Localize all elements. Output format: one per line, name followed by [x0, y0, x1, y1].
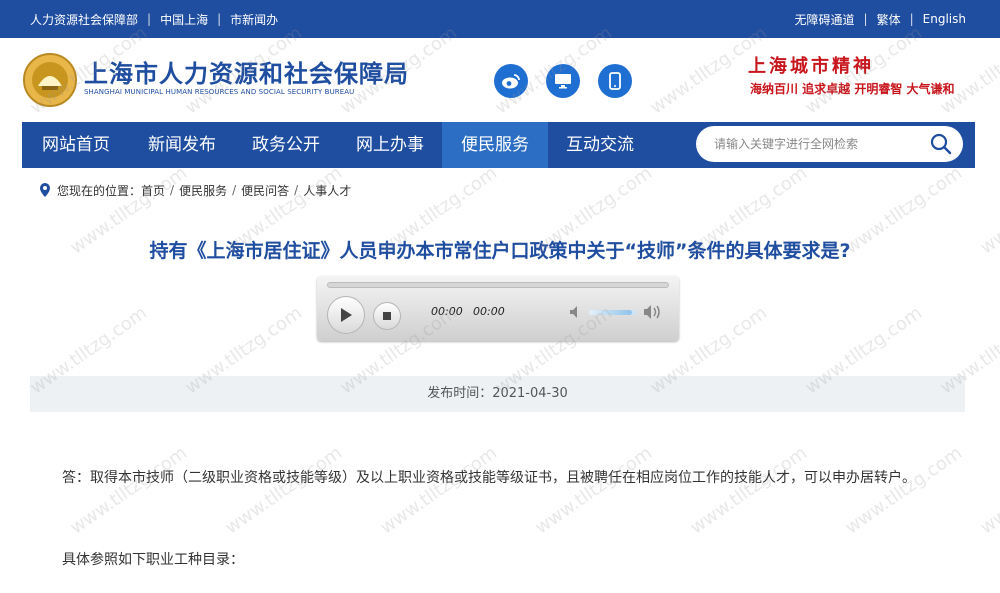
link-china-shanghai[interactable]: 中国上海 [160, 11, 208, 28]
city-spirit-title: 上海城市精神 [748, 56, 874, 77]
link-english[interactable]: English [923, 12, 966, 26]
nav-news[interactable]: 新闻发布 [130, 122, 234, 168]
divider: | [147, 12, 152, 26]
article-paragraph: 答：取得本市技师（二级职业资格或技能等级）及以上职业资格或技能等级证书，且被聘任… [62, 470, 916, 486]
link-accessibility[interactable]: 无障碍通道 [795, 11, 855, 28]
divider: | [909, 12, 914, 26]
volume-max-icon[interactable] [643, 304, 663, 320]
audio-progress-bar[interactable] [327, 282, 669, 288]
stop-button[interactable] [373, 302, 401, 330]
breadcrumb-personnel[interactable]: 人事人才 [303, 182, 351, 199]
breadcrumb-separator: / [294, 183, 299, 197]
bureau-emblem-icon[interactable] [22, 52, 78, 108]
play-button[interactable] [327, 296, 365, 334]
volume-slider[interactable] [589, 310, 637, 315]
divider: | [863, 12, 868, 26]
top-bar: 人力资源社会保障部 | 中国上海 | 市新闻办 无障碍通道 | 繁体 | Eng… [0, 0, 1000, 38]
stop-icon [383, 312, 391, 320]
watermark-text: www.tlltzg.com [976, 442, 1000, 539]
link-traditional-chinese[interactable]: 繁体 [877, 11, 901, 28]
search-box [696, 126, 963, 162]
publish-label: 发布时间： [427, 386, 493, 401]
duration-time: 00:00 [473, 305, 505, 318]
publish-date: 2021-04-30 [492, 386, 568, 401]
breadcrumb-public-services[interactable]: 便民服务 [179, 182, 227, 199]
volume-mute-icon[interactable] [569, 305, 585, 319]
desktop-button[interactable] [546, 64, 580, 98]
audio-player: 00:00 00:00 [317, 276, 679, 341]
site-title[interactable]: 上海市人力资源和社会保障局 [84, 54, 409, 89]
mobile-icon [609, 72, 621, 90]
breadcrumb-separator: / [170, 183, 175, 197]
volume-level [589, 310, 633, 315]
breadcrumb: 您现在的位置： 首页 / 便民服务 / 便民问答 / 人事人才 [38, 180, 351, 200]
nav-home[interactable]: 网站首页 [22, 122, 130, 168]
top-links-left: 人力资源社会保障部 | 中国上海 | 市新闻办 [30, 0, 278, 38]
city-spirit-text: 海纳百川 追求卓越 开明睿智 大气谦和 [750, 82, 955, 96]
article-title: 持有《上海市居住证》人员申办本市常住户口政策中关于“技师”条件的具体要求是? [149, 240, 851, 262]
nav-online-services[interactable]: 网上办事 [338, 122, 442, 168]
nav-government-affairs[interactable]: 政务公开 [234, 122, 338, 168]
nav-interaction[interactable]: 互动交流 [548, 122, 652, 168]
site-subtitle: SHANGHAI MUNICIPAL HUMAN RESOURCES AND S… [84, 88, 355, 96]
article-paragraph: 具体参照如下职业工种目录： [62, 552, 244, 568]
publish-info: 发布时间：2021-04-30 [30, 376, 965, 412]
link-news-office[interactable]: 市新闻办 [230, 11, 278, 28]
location-pin-icon [40, 183, 50, 197]
divider: | [217, 12, 222, 26]
top-links-right: 无障碍通道 | 繁体 | English [795, 0, 966, 38]
breadcrumb-separator: / [232, 183, 237, 197]
search-input[interactable] [714, 134, 924, 154]
breadcrumb-prefix: 您现在的位置： [57, 183, 142, 198]
breadcrumb-faq[interactable]: 便民问答 [241, 182, 289, 199]
breadcrumb-home[interactable]: 首页 [141, 182, 165, 199]
weibo-icon [502, 74, 520, 89]
current-time: 00:00 [431, 305, 463, 318]
site-header: 上海市人力资源和社会保障局 SHANGHAI MUNICIPAL HUMAN R… [0, 38, 1000, 122]
mobile-button[interactable] [598, 64, 632, 98]
link-mohrss[interactable]: 人力资源社会保障部 [30, 11, 138, 28]
search-icon[interactable] [929, 132, 953, 156]
play-icon [341, 308, 352, 322]
weibo-button[interactable] [494, 64, 528, 98]
nav-public-services[interactable]: 便民服务 [442, 122, 548, 168]
desktop-icon [555, 74, 571, 89]
